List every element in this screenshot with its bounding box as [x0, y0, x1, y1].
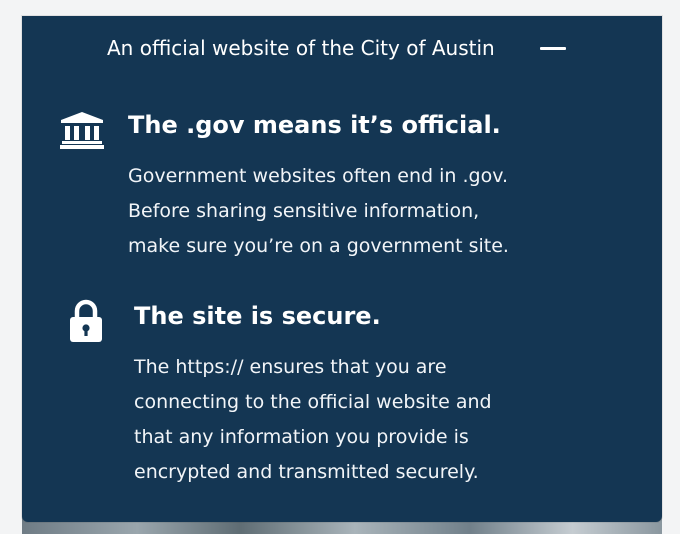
description-line: Government websites often end in .gov. — [128, 165, 508, 187]
minus-icon — [540, 47, 566, 50]
description-line: that any information you provide is — [134, 426, 469, 448]
banner-official-text: An official website of the City of Austi… — [107, 36, 495, 60]
description-line: connecting to the official website and — [134, 391, 492, 413]
banner-header: An official website of the City of Austi… — [22, 34, 662, 64]
gov-official-description: Government websites often end in .gov. B… — [128, 159, 608, 264]
description-line: Before sharing sensitive information, — [128, 200, 480, 222]
collapse-banner-button[interactable] — [537, 37, 571, 61]
lock-icon — [70, 298, 102, 342]
description-line: encrypted and transmitted securely. — [134, 461, 479, 483]
gov-official-title: The .gov means it’s official. — [128, 111, 501, 139]
site-secure-description: The https:// ensures that you are connec… — [134, 350, 594, 490]
description-line: The https:// ensures that you are — [134, 356, 447, 378]
gov-banner-panel: An official website of the City of Austi… — [22, 16, 662, 522]
government-building-icon — [60, 112, 104, 150]
description-line: make sure you’re on a government site. — [128, 235, 509, 257]
site-secure-title: The site is secure. — [134, 302, 381, 330]
